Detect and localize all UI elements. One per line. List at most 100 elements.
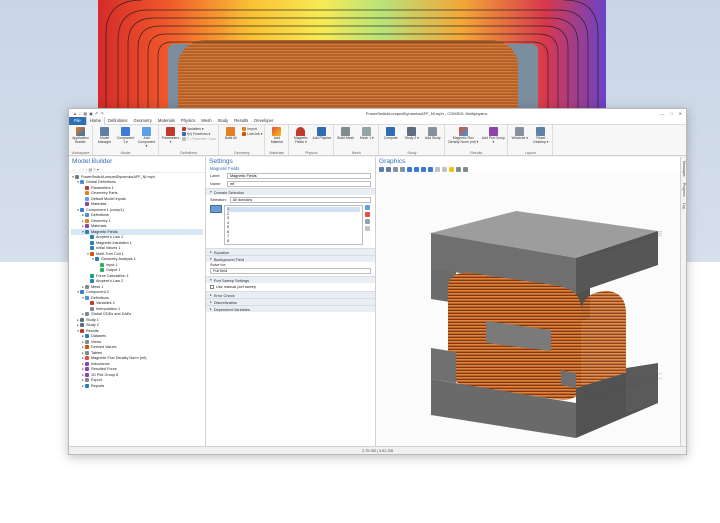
magnetic-fields-button[interactable]: Magnetic Fields ▾ xyxy=(291,126,310,144)
functions-button[interactable]: f(x) Functions ▾ xyxy=(182,132,216,136)
graphics-canvas[interactable] xyxy=(376,173,680,448)
expanded-arrow-icon: ▾ xyxy=(210,190,212,194)
solve-for-dropdown[interactable]: Full field xyxy=(210,268,371,274)
build-mesh-button[interactable]: Build Mesh xyxy=(336,126,355,140)
clear-selection-icon[interactable] xyxy=(365,226,370,231)
study-2-button[interactable]: Study 2 ▾ xyxy=(402,126,421,140)
remove-from-selection-icon[interactable] xyxy=(365,212,370,217)
compute-label: Compute xyxy=(383,136,398,140)
zoom-in-icon[interactable] xyxy=(379,167,384,172)
add-plot-group-button[interactable]: Add Plot Group ▾ xyxy=(481,126,505,144)
tree-node-icon xyxy=(85,213,89,218)
label-field[interactable] xyxy=(227,173,371,179)
import-button[interactable]: Import xyxy=(242,127,262,131)
add-to-selection-icon[interactable] xyxy=(365,205,370,210)
domain-selection-header[interactable]: ▾ Domain Selection xyxy=(206,188,375,195)
camera-icon[interactable] xyxy=(456,167,461,172)
add-study-button[interactable]: Add Study xyxy=(423,126,442,140)
dependent-variables-header[interactable]: ▸ Dependent Variables xyxy=(206,305,375,312)
scene-light-icon[interactable] xyxy=(449,167,454,172)
tab-study[interactable]: Study xyxy=(215,117,232,125)
add-material-button[interactable]: Add Material xyxy=(267,126,286,144)
add-physics-button[interactable]: Add Physics xyxy=(312,126,331,140)
tab-file[interactable]: File xyxy=(69,116,86,125)
domain-listbox[interactable]: 12345678 xyxy=(224,205,363,245)
manual-port-sweep-checkbox[interactable]: Use manual port sweep xyxy=(206,283,375,291)
save-icon[interactable]: ▣ xyxy=(89,111,93,116)
error-check-header[interactable]: ▸ Error Check xyxy=(206,291,375,298)
tree-node-icon xyxy=(85,224,89,229)
progress-tab[interactable]: Progress xyxy=(681,183,686,197)
import-label: Import xyxy=(247,127,257,131)
reset-desktop-button[interactable]: Reset Desktop ▾ xyxy=(531,126,550,144)
domain-list-item[interactable]: 8 xyxy=(227,239,360,244)
windows-button[interactable]: Windows ▾ xyxy=(510,126,529,140)
tab-developer[interactable]: Developer xyxy=(251,117,276,125)
tree-node-icon xyxy=(85,350,89,355)
build-all-label: Build All xyxy=(224,136,237,140)
build-all-button[interactable]: Build All xyxy=(221,126,240,140)
tab-physics[interactable]: Physics xyxy=(178,117,198,125)
comsol-window: ▲ □ ▦ ▣ ↶ ↷ PowerSwitchLumpedDynamicsAFF… xyxy=(68,108,687,455)
windows-icon xyxy=(515,127,525,136)
transparency-icon[interactable] xyxy=(435,167,440,172)
select-edge-icon[interactable] xyxy=(421,167,426,172)
application-builder-icon xyxy=(76,127,85,136)
mesh-1-button[interactable]: Mesh 1 ▾ xyxy=(357,126,376,140)
tree-node-label: Results xyxy=(86,328,99,333)
select-domain-icon[interactable] xyxy=(407,167,412,172)
select-point-icon[interactable] xyxy=(428,167,433,172)
open-file-icon[interactable]: ▦ xyxy=(83,111,87,116)
equation-header[interactable]: ▸ Equation xyxy=(206,248,375,255)
messages-tab[interactable]: Messages xyxy=(681,161,686,176)
log-tab[interactable]: Log xyxy=(681,203,686,209)
add-component-button[interactable]: Add Component ▾ xyxy=(137,126,156,148)
model-builder-toolbar[interactable]: ← → ↑ ↓ ▤ ≡ ▾ xyxy=(69,166,205,173)
parameters-button[interactable]: Parameters ▾ xyxy=(161,126,180,144)
tab-geometry[interactable]: Geometry xyxy=(130,117,154,125)
compute-button[interactable]: Compute xyxy=(381,126,400,140)
print-icon[interactable] xyxy=(463,167,468,172)
tree-node-label: PowerSwitchLumpedDynamicsAFF_NI.mph xyxy=(81,174,155,179)
domain-selection-label: Domain Selection xyxy=(213,189,245,195)
domain-list-tools xyxy=(365,205,371,245)
zoom-extents-icon[interactable] xyxy=(400,167,405,172)
flux-density-plot-button[interactable]: Magnetic Flux Density Norm (mf) ▾ xyxy=(447,126,479,144)
tree-node-icon xyxy=(85,229,89,234)
tab-results[interactable]: Results xyxy=(231,117,251,125)
tree-node-icon xyxy=(90,279,94,284)
name-field[interactable] xyxy=(227,181,371,187)
tab-mesh[interactable]: Mesh xyxy=(198,117,214,125)
select-boundary-icon[interactable] xyxy=(414,167,419,172)
magnet-icon xyxy=(296,127,306,136)
copy-selection-icon[interactable] xyxy=(365,219,370,224)
new-file-icon[interactable]: □ xyxy=(79,111,81,116)
tab-materials[interactable]: Materials xyxy=(155,117,178,125)
tree-node-label: Geometry 1 xyxy=(91,218,111,223)
tree-node-label: Force Calculation 1 xyxy=(96,273,129,278)
component-1-button[interactable]: Component 1 ▾ xyxy=(116,126,135,144)
tab-definitions[interactable]: Definitions xyxy=(105,117,131,125)
undo-icon[interactable]: ↶ xyxy=(95,111,98,116)
close-button[interactable]: ✕ xyxy=(679,111,682,116)
wireframe-icon[interactable] xyxy=(442,167,447,172)
zoom-box-icon[interactable] xyxy=(393,167,398,172)
background-field-header[interactable]: ▾ Background Field xyxy=(206,255,375,262)
zoom-out-icon[interactable] xyxy=(386,167,391,172)
tree-node-label: Tables xyxy=(91,350,102,355)
minimize-button[interactable]: — xyxy=(660,111,664,116)
selection-dropdown[interactable]: All domains xyxy=(229,197,371,203)
redo-icon[interactable]: ↷ xyxy=(100,111,103,116)
maximize-button[interactable]: □ xyxy=(670,111,672,116)
tab-home[interactable]: Home xyxy=(85,116,105,125)
application-builder-button[interactable]: Application Builder xyxy=(71,126,90,144)
label-field-label: Label: xyxy=(210,174,221,178)
parameter-case-button[interactable]: P₂ Parameter Case xyxy=(182,137,216,141)
add-component-label: Add Component ▾ xyxy=(137,136,156,148)
discretization-header[interactable]: ▸ Discretization xyxy=(206,298,375,305)
model-manager-button[interactable]: Model Manager xyxy=(95,126,114,144)
livelink-button[interactable]: LiveLink ▾ xyxy=(242,132,262,136)
variables-button[interactable]: Variables ▾ xyxy=(182,127,216,131)
port-sweep-header[interactable]: ▾ Port Sweep Settings xyxy=(206,276,375,283)
tree-node[interactable]: ▸ Reports xyxy=(71,383,203,389)
